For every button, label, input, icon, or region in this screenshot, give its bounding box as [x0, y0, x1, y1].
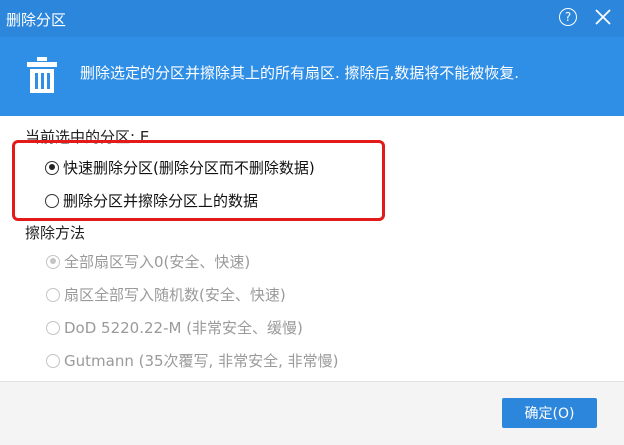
radio-label: Gutmann (35次覆写, 非常安全, 非常慢) — [64, 352, 339, 370]
close-icon[interactable] — [594, 8, 612, 26]
radio-wipe-random[interactable]: 扇区全部写入随机数(安全、快速) — [46, 284, 286, 305]
radio-wipe-gutmann[interactable]: Gutmann (35次覆写, 非常安全, 非常慢) — [46, 350, 338, 371]
radio-button[interactable] — [46, 353, 60, 368]
radio-button[interactable] — [46, 287, 60, 302]
radio-button[interactable] — [46, 320, 60, 335]
ok-button[interactable]: 确定(O) — [502, 398, 597, 428]
radio-label: DoD 5220.22-M (非常安全、缓慢) — [64, 319, 303, 337]
radio-button-checked[interactable] — [45, 160, 59, 175]
radio-quick-delete[interactable]: 快速删除分区(删除分区而不删除数据) — [45, 157, 315, 178]
radio-button[interactable] — [45, 193, 59, 208]
wipe-method-label: 擦除方法 — [25, 224, 86, 242]
radio-delete-and-wipe[interactable]: 删除分区并擦除分区上的数据 — [45, 190, 258, 211]
radio-label: 删除分区并擦除分区上的数据 — [63, 192, 259, 210]
radio-button-checked[interactable] — [46, 254, 60, 269]
info-banner: 删除选定的分区并擦除其上的所有扇区. 擦除后,数据将不能被恢复. — [0, 37, 624, 116]
dialog-footer: 确定(O) — [0, 381, 624, 445]
radio-label: 全部扇区写入0(安全、快速) — [64, 253, 251, 271]
trash-icon — [27, 57, 57, 93]
banner-message: 删除选定的分区并擦除其上的所有扇区. 擦除后,数据将不能被恢复. — [80, 64, 520, 82]
help-icon[interactable]: ? — [559, 8, 577, 26]
window-title: 删除分区 — [6, 11, 67, 29]
radio-wipe-zero[interactable]: 全部扇区写入0(安全、快速) — [46, 251, 250, 272]
radio-wipe-dod[interactable]: DoD 5220.22-M (非常安全、缓慢) — [46, 317, 303, 338]
radio-label: 快速删除分区(删除分区而不删除数据) — [63, 159, 315, 177]
radio-label: 扇区全部写入随机数(安全、快速) — [64, 286, 286, 304]
title-bar: 删除分区 ? — [0, 0, 624, 37]
